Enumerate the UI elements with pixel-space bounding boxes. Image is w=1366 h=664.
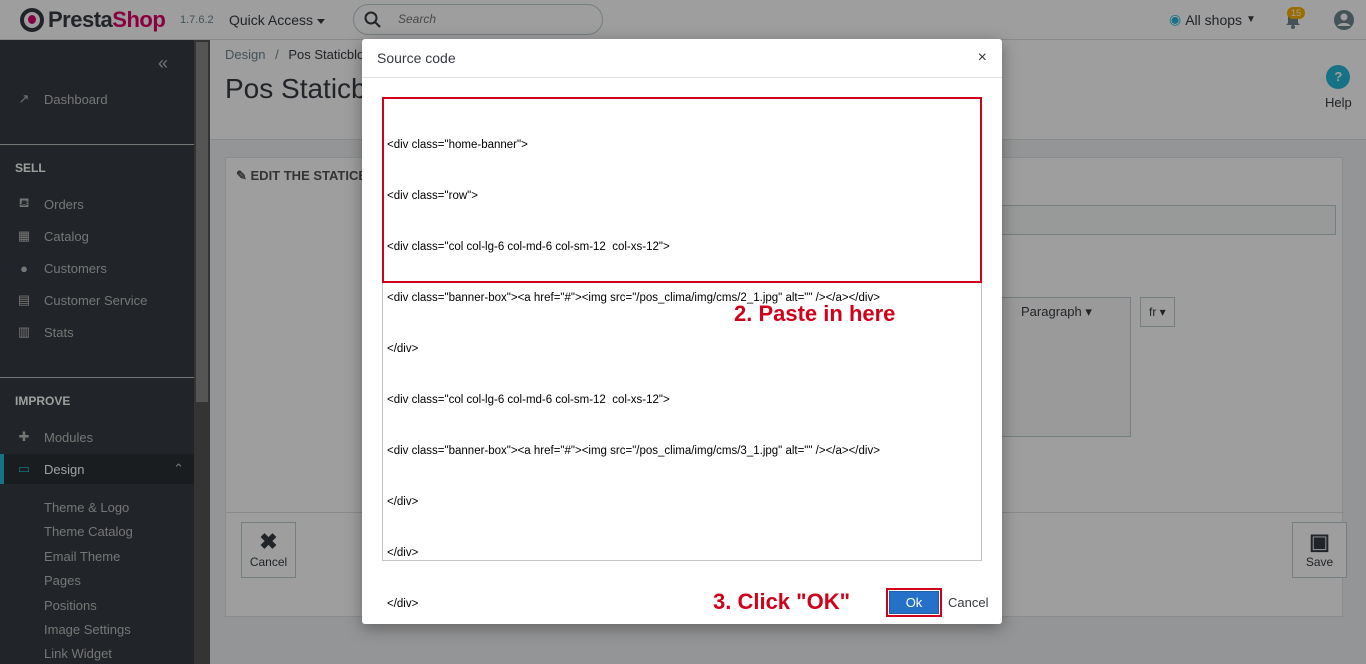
dialog-cancel-button[interactable]: Cancel — [948, 595, 988, 610]
ok-button[interactable]: Ok — [889, 591, 939, 614]
annotation-click-ok: 3. Click "OK" — [713, 589, 851, 614]
dialog-divider — [362, 77, 1002, 78]
close-icon[interactable]: × — [978, 49, 987, 67]
code-line: </div> — [387, 496, 419, 508]
code-line: <div class="banner-box"><a href="#"><img… — [387, 445, 880, 457]
paste-highlight-box — [382, 97, 982, 283]
dialog-title: Source code — [377, 50, 456, 66]
code-line: </div> — [387, 343, 419, 355]
source-code-dialog: Source code × <div class="home-banner"> … — [362, 39, 1002, 624]
annotation-paste: 2. Paste in here — [734, 301, 896, 326]
code-line: </div> — [387, 547, 419, 559]
code-line: <div class="col col-lg-6 col-md-6 col-sm… — [387, 394, 670, 406]
